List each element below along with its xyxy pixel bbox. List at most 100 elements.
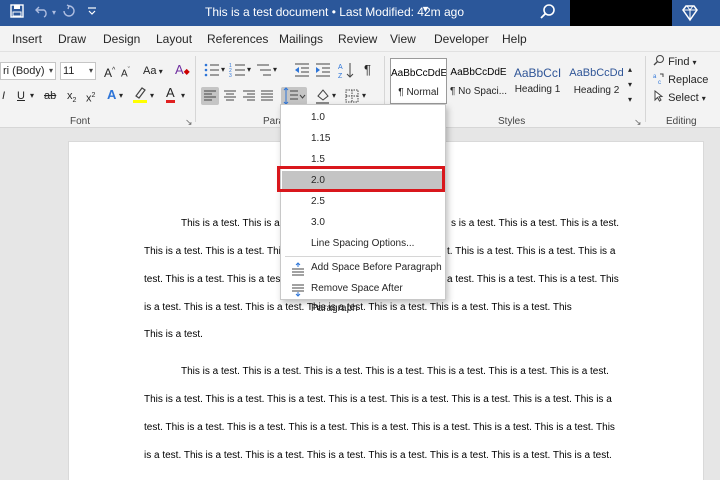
svg-text:Z: Z	[338, 73, 343, 79]
text-effects-button[interactable]: A	[107, 87, 116, 103]
italic-button[interactable]: I	[2, 88, 5, 104]
font-name-value: ri (Body)	[3, 65, 45, 77]
superscript-button[interactable]: x2	[86, 88, 95, 107]
tab-design[interactable]: Design	[103, 32, 140, 46]
style-no-spacing[interactable]: AaBbCcDdE ¶ No Spaci...	[450, 58, 507, 104]
redo-icon[interactable]	[62, 4, 76, 23]
chevron-down-icon[interactable]: ▾	[150, 88, 154, 104]
styles-more-icon[interactable]: ▾	[628, 92, 632, 108]
grow-font-label: A	[104, 66, 113, 80]
font-name-combo[interactable]: ri (Body) ▾	[0, 62, 56, 80]
tab-view[interactable]: View	[390, 32, 416, 46]
tab-mailings[interactable]: Mailings	[279, 32, 323, 46]
line-spacing-option-3-0[interactable]: 3.0	[282, 213, 445, 233]
style-name: ¶ Normal	[398, 87, 439, 98]
align-right-icon[interactable]	[240, 87, 258, 105]
show-marks-button[interactable]: ¶	[364, 62, 371, 78]
shading-icon[interactable]	[314, 87, 332, 105]
replace-button[interactable]: ac Replace	[653, 72, 708, 88]
chevron-down-icon: ▾	[88, 66, 93, 75]
chevron-down-icon[interactable]: ▾	[119, 88, 123, 104]
tab-draw[interactable]: Draw	[58, 32, 86, 46]
chevron-down-icon: ▾	[156, 67, 163, 76]
sort-icon[interactable]: AZ	[338, 61, 356, 80]
decrease-indent-icon[interactable]	[293, 61, 311, 79]
chevron-down-icon[interactable]: ▼	[421, 4, 430, 14]
chevron-down-icon[interactable]: ▾	[273, 62, 277, 78]
line-spacing-menu: 1.0 1.15 1.5 2.0 2.5 3.0 Line Spacing Op…	[280, 104, 446, 314]
tab-developer[interactable]: Developer	[434, 32, 489, 46]
tab-layout[interactable]: Layout	[156, 32, 192, 46]
highlight-annotation	[277, 166, 445, 192]
line-spacing-option-2-5[interactable]: 2.5	[282, 192, 445, 212]
svg-text:a: a	[653, 74, 657, 80]
undo-icon[interactable]	[35, 4, 49, 23]
styles-scroll-up-icon[interactable]: ▴	[628, 62, 632, 78]
shrink-font-button[interactable]: Aˇ	[121, 63, 130, 82]
styles-scroll-down-icon[interactable]: ▾	[628, 77, 632, 93]
line-spacing-option-1-0[interactable]: 1.0	[282, 108, 445, 128]
increase-indent-icon[interactable]	[314, 61, 332, 79]
paragraph-line: test. This is a test. This is a test. Th…	[144, 422, 615, 433]
underline-button[interactable]: U	[17, 88, 25, 104]
line-spacing-button[interactable]	[281, 87, 307, 105]
tab-references[interactable]: References	[207, 32, 268, 46]
align-center-icon[interactable]	[221, 87, 239, 105]
line-spacing-option-1-15[interactable]: 1.15	[282, 129, 445, 149]
chevron-down-icon[interactable]: ▾	[332, 88, 336, 104]
account-area[interactable]	[570, 0, 672, 26]
align-left-icon[interactable]	[201, 87, 219, 105]
save-icon[interactable]	[10, 4, 24, 23]
chevron-down-icon[interactable]: ▾	[30, 88, 34, 104]
chevron-down-icon[interactable]: ▾	[362, 88, 366, 104]
style-name: Heading 1	[514, 84, 561, 95]
find-button[interactable]: Find ▾	[653, 54, 697, 71]
replace-icon: ac	[653, 73, 668, 86]
tab-review[interactable]: Review	[338, 32, 377, 46]
editing-group-label: Editing	[666, 116, 697, 127]
chevron-down-icon[interactable]: ▾	[221, 62, 225, 78]
chevron-down-icon[interactable]: ▾	[247, 62, 251, 78]
styles-dialog-launcher-icon[interactable]: ↘	[634, 117, 642, 128]
paragraph-line: This is a test. This is a	[181, 218, 280, 229]
justify-icon[interactable]	[258, 87, 276, 105]
paragraph-line: is a test. This is a test. This is a tes…	[144, 450, 612, 461]
strikethrough-button[interactable]: ab	[44, 88, 56, 104]
search-icon[interactable]	[538, 2, 558, 22]
remove-space-after-item[interactable]: Remove Space After Paragraph	[282, 279, 445, 314]
undo-dropdown-icon[interactable]: ▾	[52, 4, 56, 22]
style-heading-1[interactable]: AaBbCcI Heading 1	[509, 58, 566, 104]
font-dialog-launcher-icon[interactable]: ↘	[185, 117, 193, 128]
title-bar: ▾ This is a test document • Last Modifie…	[0, 0, 720, 26]
bullets-icon[interactable]	[203, 61, 221, 79]
clear-formatting-button[interactable]: A◆	[175, 62, 190, 80]
paragraph-line: This is a test.	[144, 329, 203, 340]
add-space-before-item[interactable]: Add Space Before Paragraph	[282, 258, 445, 278]
line-spacing-options-link[interactable]: Line Spacing Options...	[282, 234, 445, 254]
diamond-icon[interactable]	[680, 3, 700, 23]
highlighter-icon[interactable]	[132, 86, 148, 109]
add-space-before-icon	[291, 262, 305, 276]
paragraph-line: s is a test. This is a test. This is a t…	[451, 218, 620, 229]
style-preview: AaBbCcI	[513, 66, 562, 80]
tab-help[interactable]: Help	[502, 32, 527, 46]
find-label: Find	[668, 56, 690, 68]
subscript-button[interactable]: x2	[67, 88, 76, 109]
paragraph-line: test. This is a test. This is a test.	[144, 274, 286, 285]
numbering-icon[interactable]: 123	[229, 61, 247, 79]
style-normal[interactable]: AaBbCcDdE ¶ Normal	[390, 58, 447, 104]
borders-icon[interactable]	[343, 87, 361, 105]
multilevel-list-icon[interactable]	[255, 61, 273, 79]
select-button[interactable]: Select ▾	[653, 89, 706, 107]
tab-insert[interactable]: Insert	[12, 32, 42, 46]
font-size-combo[interactable]: 11 ▾	[60, 62, 96, 80]
ribbon-tabs: Insert Draw Design Layout References Mai…	[0, 26, 720, 52]
style-heading-2[interactable]: AaBbCcDd Heading 2	[568, 58, 625, 104]
change-case-button[interactable]: Aa ▾	[143, 63, 163, 80]
style-preview: AaBbCcDdE	[391, 68, 446, 79]
grow-font-button[interactable]: A^	[104, 63, 115, 81]
chevron-down-icon[interactable]: ▾	[181, 88, 185, 104]
customize-qat-icon[interactable]	[87, 4, 97, 23]
clear-formatting-label: A	[175, 62, 184, 77]
font-color-button[interactable]: A	[166, 85, 175, 103]
